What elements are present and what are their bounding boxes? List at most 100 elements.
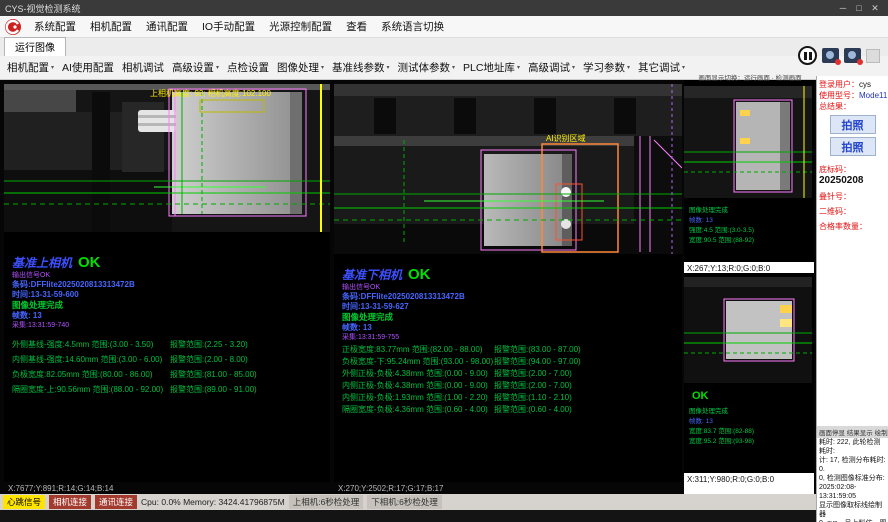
- tb-baseline-params[interactable]: 基准线参数▾: [328, 58, 394, 77]
- svg-text:图像处理完成: 图像处理完成: [689, 205, 729, 214]
- status-bar: 心跳信号 相机连接 通讯连接 Cpu: 0.0% Memory: 3424.41…: [0, 494, 816, 510]
- capture-time: 采集:13:31:59-755: [342, 333, 465, 342]
- measurement-row: 内侧基线-强度:14.60mm 范围:(3.00 - 6.00)报警范围:(2.…: [12, 354, 326, 369]
- measurement-row: 外侧正极-负极:4.38mm 范围:(0.00 - 9.00)报警范围:(2.0…: [342, 368, 678, 380]
- tb-camera-debug[interactable]: 相机调试: [118, 58, 168, 77]
- process-status: 图像处理完成: [12, 300, 135, 311]
- menu-item-camera-config[interactable]: 相机配置: [83, 17, 139, 36]
- pause-icon[interactable]: [798, 46, 817, 65]
- tb-ai-config[interactable]: AI使用配置: [58, 58, 118, 77]
- tb-advanced-debug[interactable]: 高级调试▾: [524, 58, 579, 77]
- tb-testbody-params[interactable]: 测试体参数▾: [393, 58, 459, 77]
- login-user-value[interactable]: cys: [859, 80, 871, 89]
- workpiece-block: [484, 154, 572, 246]
- tab-run-image[interactable]: 运行图像: [4, 37, 66, 56]
- camera-title: 基准下相机: [342, 266, 402, 283]
- window-title: CYS-视觉检测系统: [5, 2, 835, 15]
- bottom-filler: [0, 510, 816, 522]
- maximize-button[interactable]: □: [851, 0, 867, 16]
- chevron-down-icon: ▾: [452, 64, 455, 71]
- statistics-block: 耗时: 222, 此轮检测耗时: 计: 17, 检测分布耗时: 0. 0, 检测…: [819, 438, 887, 522]
- process-status: 图像处理完成: [342, 312, 465, 323]
- bottom-code-value: 20250208: [819, 175, 886, 187]
- camera-view-upper[interactable]: 上相机高度: 93; 相机高度:102.100 基准上相机OK 输出信号OK 条…: [4, 84, 330, 482]
- menu-item-io-manual-config[interactable]: IO手动配置: [195, 17, 262, 36]
- camera-upper-photo[interactable]: 上相机高度: 93; 相机高度:102.100: [4, 84, 330, 232]
- chevron-down-icon: ▾: [517, 64, 520, 71]
- weld-spot: [561, 187, 571, 197]
- camera-lower-info: 基准下相机OK 输出信号OK 条码:DFFlite202502081331347…: [342, 266, 465, 342]
- menu-item-system-config[interactable]: 系统配置: [27, 17, 83, 36]
- login-user-label: 登录用户：: [819, 80, 859, 89]
- camera-lower-photo[interactable]: AI识别区域: [334, 84, 682, 254]
- frame-count: 帧数: 13: [342, 323, 465, 333]
- svg-text:OK: OK: [692, 390, 709, 402]
- pass-count-label: 合格率数量：: [819, 221, 886, 232]
- result-badge: OK: [408, 266, 431, 283]
- tb-advanced-settings[interactable]: 高级设置▾: [168, 58, 223, 77]
- tab-strip: 运行图像: [0, 38, 888, 56]
- qr-code-label: 二维码：: [819, 206, 886, 217]
- barcode-line: 条码:DFFlite2025020813313472B: [12, 280, 135, 290]
- main-image-area: 上相机高度: 93; 相机高度:102.100 基准上相机OK 输出信号OK 条…: [0, 80, 816, 494]
- tb-camera-config[interactable]: 相机配置▾: [3, 58, 58, 77]
- camera-view-lower[interactable]: AI识别区域 基准下相机OK 输出信号OK 条码:DFFlite20250208…: [334, 84, 682, 482]
- title-bar: CYS-视觉检测系统 ─ □ ✕: [0, 0, 888, 16]
- total-result-label: 总结果：: [819, 101, 886, 112]
- result-box-lower: 拍照: [830, 137, 876, 156]
- measurement-list-upper: 外侧基线-强度:4.5mm 范围:(3.00 - 3.50)报警范围:(2.25…: [12, 339, 326, 399]
- tb-plc-address[interactable]: PLC地址库▾: [459, 58, 524, 77]
- pixel-coords-upper: X:7677;Y:891;R:14;G:14;B:14: [8, 484, 113, 493]
- tb-other-debug[interactable]: 其它调试▾: [634, 58, 689, 77]
- thumbnail-bottom[interactable]: OK 图像处理完成 帧数: 13 宽度:83.7 范围:(82-88) 宽度:9…: [684, 273, 814, 473]
- tb-image-process[interactable]: 图像处理▾: [273, 58, 328, 77]
- time-line: 时间:13-31-59-627: [342, 302, 465, 312]
- toolbar-icon-group: [798, 46, 880, 65]
- chevron-down-icon: ▾: [627, 64, 630, 71]
- pixel-coords-thumb-bottom: X:311;Y:980;R:0;G:0;B:0: [684, 473, 814, 484]
- placeholder-icon: [866, 49, 880, 63]
- minimize-button[interactable]: ─: [835, 0, 851, 16]
- cpu-memory-text: Cpu: 0.0% Memory: 3424.41796875M: [141, 497, 285, 507]
- result-panel: 登录用户：cys 使用型号：Mode11 总结果： 拍照 拍照 底标码： 202…: [816, 76, 888, 522]
- result-box-upper: 拍照: [830, 115, 876, 134]
- tb-learning-params[interactable]: 学习参数▾: [579, 58, 634, 77]
- camera-title: 基准上相机: [12, 254, 72, 271]
- heartbeat-status-badge: 心跳信号: [3, 495, 45, 509]
- lower-camera-status: 下相机:6秒检处理: [367, 495, 442, 509]
- menu-item-light-control-config[interactable]: 光源控制配置: [262, 17, 339, 36]
- view-mode-caption: 画面显示切换：运行画面 · 检测画面: [686, 72, 814, 82]
- svg-text:宽度:83.7 范围:(82-88): 宽度:83.7 范围:(82-88): [689, 426, 754, 435]
- tb-spot-check[interactable]: 点检设置: [223, 58, 273, 77]
- ai-area-label: AI识别区域: [546, 133, 586, 143]
- menu-item-view[interactable]: 查看: [339, 17, 374, 36]
- panel-band: 画面停显 结果显示 绘制显示: [817, 426, 888, 438]
- pixel-coords-lower: X:270;Y:2502;R:17;G:17;B:17: [338, 484, 443, 493]
- capture-time: 采集:13:31:59-740: [12, 321, 135, 330]
- measurement-row: 内侧正极-负极:1.93mm 范围:(1.00 - 2.20)报警范围:(1.1…: [342, 392, 678, 404]
- camera-capture-icon[interactable]: [844, 48, 861, 63]
- height-overlay-label: 上相机高度: 93; 相机高度:102.100: [150, 88, 271, 98]
- camera-upper-info: 基准上相机OK 输出信号OK 条码:DFFlite202502081331347…: [12, 254, 135, 330]
- comm-connection-badge: 通讯连接: [95, 495, 137, 509]
- model-value[interactable]: Mode11: [859, 91, 887, 100]
- svg-text:宽度:90.5 范围:(88-92): 宽度:90.5 范围:(88-92): [689, 235, 754, 244]
- chevron-down-icon: ▾: [321, 64, 324, 71]
- thumbnail-top[interactable]: 图像处理完成 帧数: 13 强度:4.5 范围:(3.0-3.5) 宽度:90.…: [684, 80, 814, 262]
- menu-item-comm-config[interactable]: 通讯配置: [139, 17, 195, 36]
- chevron-down-icon: ▾: [51, 64, 54, 71]
- pixel-coords-thumb-top: X:267;Y:13;R:0;G:0;B:0: [684, 262, 814, 273]
- measurement-row: 外侧基线-强度:4.5mm 范围:(3.00 - 3.50)报警范围:(2.25…: [12, 339, 326, 354]
- measurement-list-lower: 正极宽度:83.77mm 范围:(82.00 - 88.00)报警范围:(83.…: [342, 344, 678, 416]
- app-logo-icon: [4, 18, 22, 36]
- workpiece-block: [172, 92, 302, 214]
- svg-text:图像处理完成: 图像处理完成: [689, 406, 729, 415]
- barcode-line: 条码:DFFlite2025020813313472B: [342, 292, 465, 302]
- measurement-row: 负极宽度-下:95.24mm 范围:(93.00 - 98.00)报警范围:(9…: [342, 356, 678, 368]
- menu-item-language-switch[interactable]: 系统语言切换: [374, 17, 451, 36]
- camera-record-icon[interactable]: [822, 48, 839, 63]
- output-signal: 输出信号OK: [12, 272, 135, 280]
- close-button[interactable]: ✕: [867, 0, 883, 16]
- model-label: 使用型号：: [819, 91, 859, 100]
- measurement-row: 隔圈宽度-负极:4.36mm 范围:(0.60 - 4.00)报警范围:(0.6…: [342, 404, 678, 416]
